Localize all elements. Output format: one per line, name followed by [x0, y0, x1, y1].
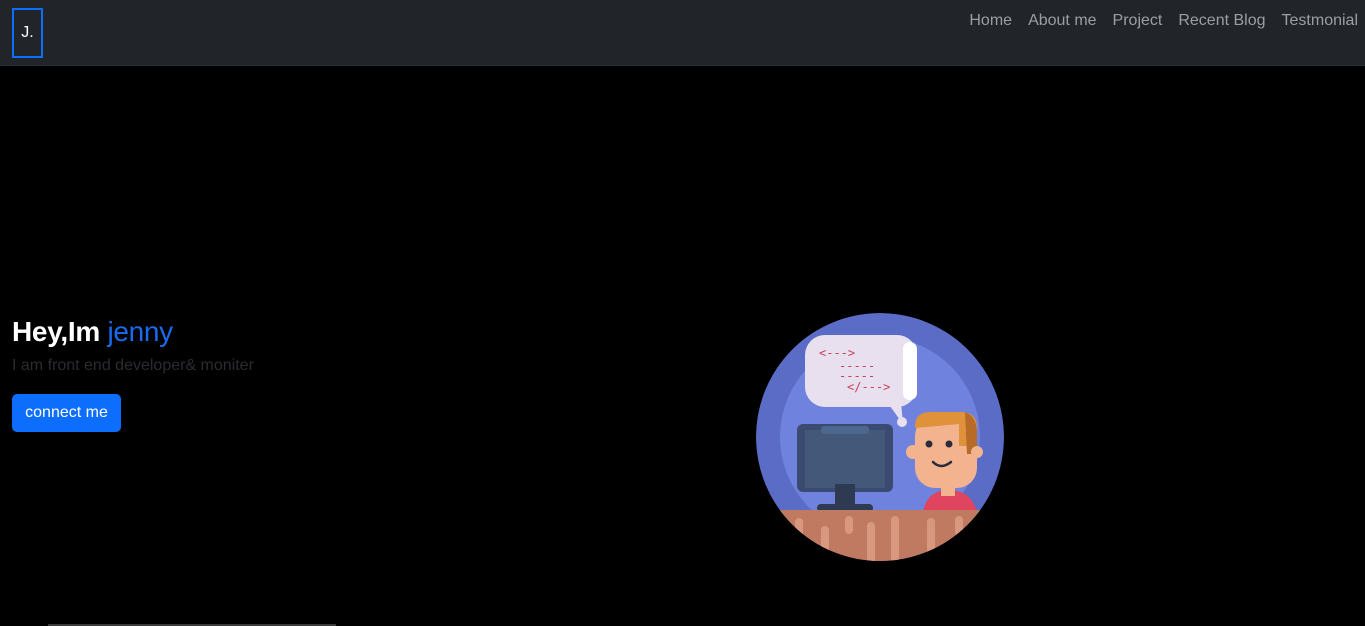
nav-links: Home About me Project Recent Blog Testmo…: [961, 10, 1358, 32]
hero-subtitle: I am front end developer& moniter: [12, 357, 254, 374]
connect-me-button[interactable]: connect me: [12, 394, 121, 432]
hero-greeting: Hey,Im: [12, 316, 100, 347]
developer-illustration-svg: <---> ----- ----- </--->: [756, 313, 1004, 561]
navbar: J. Home About me Project Recent Blog Tes…: [0, 0, 1365, 66]
hero-section: Hey,Im jenny I am front end developer& m…: [12, 313, 254, 377]
nav-link-home[interactable]: Home: [961, 10, 1020, 32]
nav-link-project[interactable]: Project: [1105, 10, 1171, 32]
code-line-1: <--->: [819, 346, 855, 360]
brand-logo[interactable]: J.: [12, 8, 43, 58]
developer-at-computer-illustration: <---> ----- ----- </--->: [755, 312, 1005, 562]
hero-name: jenny: [107, 316, 173, 347]
nav-link-about-me[interactable]: About me: [1020, 10, 1104, 32]
nav-link-recent-blog[interactable]: Recent Blog: [1170, 10, 1273, 32]
hero-title: Hey,Im jenny: [12, 313, 254, 351]
desk-icon: [756, 510, 1004, 561]
brand-logo-text: J.: [21, 24, 34, 41]
code-line-4: </--->: [847, 380, 890, 394]
nav-link-testimonial[interactable]: Testmonial: [1274, 10, 1358, 32]
